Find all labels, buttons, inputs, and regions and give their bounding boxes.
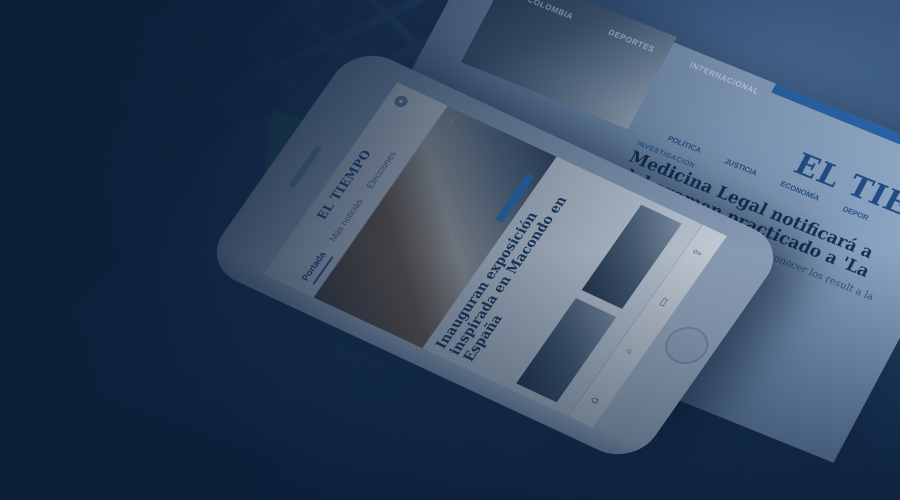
search-icon[interactable]: ⌕ [620, 344, 638, 359]
photo-scene: COLOMBIA DEPORTES INTERNACIONAL EL TIEMP… [0, 0, 900, 500]
desktop-subnav-item[interactable]: POLÍTICA [666, 134, 703, 155]
chat-icon[interactable]: ▭ [654, 295, 673, 310]
more-options-icon[interactable]: ... [442, 114, 457, 126]
share-icon[interactable]: ⇪ [689, 245, 707, 260]
home-icon[interactable]: ⌂ [586, 393, 604, 408]
desktop-subnav-item[interactable]: JUSTICIA [723, 157, 759, 178]
desktop-nav-item[interactable]: INTERNACIONAL [688, 61, 761, 97]
